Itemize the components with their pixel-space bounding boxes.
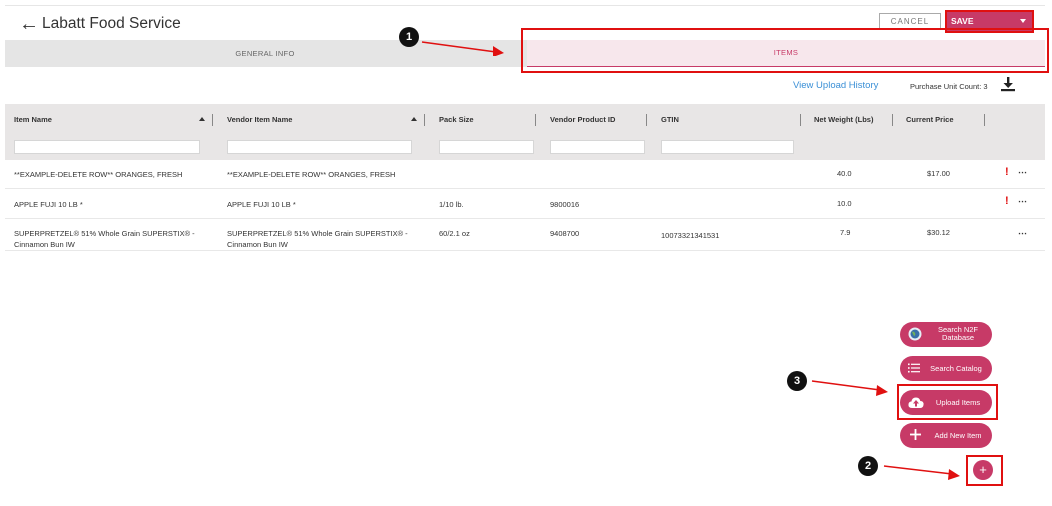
search-n2f-database-button[interactable]: Search N2F Database — [900, 322, 992, 347]
filter-vendor-item-name-input[interactable] — [227, 140, 412, 154]
download-icon[interactable] — [1000, 76, 1016, 92]
table-row[interactable]: APPLE FUJI 10 LB * APPLE FUJI 10 LB * 1/… — [5, 189, 1045, 219]
column-header-vendor-item-name[interactable]: Vendor Item Name — [227, 104, 292, 135]
cell-vendor-item-name: APPLE FUJI 10 LB * — [227, 200, 296, 209]
table-row[interactable]: **EXAMPLE-DELETE ROW** ORANGES, FRESH **… — [5, 160, 1045, 189]
search-n2f-label-line2: Database — [941, 333, 975, 342]
cell-vendor-item-name-line2: Cinnamon Bun IW — [227, 240, 288, 249]
cell-net-weight: 7.9 — [840, 228, 851, 237]
add-new-item-button[interactable]: Add New Item — [900, 423, 992, 448]
page-title: Labatt Food Service — [42, 15, 181, 32]
column-header-item-name[interactable]: Item Name — [14, 104, 52, 135]
warning-icon: ! — [1005, 195, 1009, 207]
cell-gtin: 10073321341531 — [661, 231, 720, 240]
column-header-gtin[interactable]: GTIN — [661, 104, 679, 135]
column-divider — [535, 114, 536, 126]
cell-net-weight: 10.0 — [837, 199, 852, 208]
column-divider — [984, 114, 985, 126]
filter-gtin-input[interactable] — [661, 140, 794, 154]
search-catalog-button[interactable]: Search Catalog — [900, 356, 992, 381]
table-filter-row — [5, 135, 1045, 160]
cell-vendor-item-name: SUPERPRETZEL® 51% Whole Grain SUPERSTIX®… — [227, 228, 408, 250]
chevron-down-icon[interactable] — [1020, 19, 1026, 23]
column-divider — [800, 114, 801, 126]
cell-item-name: SUPERPRETZEL® 51% Whole Grain SUPERSTIX®… — [14, 228, 195, 250]
purchase-unit-count: Purchase Unit Count: 3 — [910, 82, 988, 91]
filter-vendor-product-id-input[interactable] — [550, 140, 645, 154]
cell-pack-size: 1/10 lb. — [439, 200, 464, 209]
sort-ascending-icon[interactable] — [199, 117, 205, 121]
cell-current-price: $17.00 — [927, 169, 950, 178]
row-menu-icon[interactable]: ⋯ — [1018, 168, 1027, 177]
annotation-marker-3: 3 — [787, 371, 807, 391]
annotation-arrow-2 — [883, 465, 960, 480]
annotation-arrow-3 — [811, 380, 888, 396]
globe-icon — [908, 327, 922, 341]
row-menu-icon[interactable]: ⋯ — [1018, 229, 1027, 238]
cell-vendor-product-id: 9408700 — [550, 229, 580, 238]
table-row[interactable]: SUPERPRETZEL® 51% Whole Grain SUPERSTIX®… — [5, 219, 1045, 251]
annotation-box-upload-items — [897, 384, 998, 420]
annotation-box-fab-toggle — [966, 455, 1003, 486]
annotation-marker-2: 2 — [858, 456, 878, 476]
column-divider — [424, 114, 425, 126]
filter-item-name-input[interactable] — [14, 140, 200, 154]
column-divider — [892, 114, 893, 126]
save-button-label: SAVE — [951, 16, 974, 26]
top-divider — [5, 5, 1045, 6]
column-header-pack-size[interactable]: Pack Size — [439, 104, 474, 135]
add-new-item-label: Add New Item — [934, 431, 982, 440]
row-menu-icon[interactable]: ⋯ — [1018, 197, 1027, 206]
search-catalog-label: Search Catalog — [930, 364, 982, 373]
list-icon — [908, 363, 920, 373]
plus-icon — [910, 429, 921, 440]
annotation-box-items-tab — [521, 28, 1049, 73]
view-upload-history-link[interactable]: View Upload History — [793, 80, 878, 91]
column-divider — [646, 114, 647, 126]
annotation-arrow-1 — [421, 41, 504, 56]
cell-vendor-item-name-line1: SUPERPRETZEL® 51% Whole Grain SUPERSTIX®… — [227, 229, 408, 238]
column-divider — [212, 114, 213, 126]
cell-pack-size: 60/2.1 oz — [439, 229, 470, 238]
table-header: Item Name Vendor Item Name Pack Size Ven… — [5, 104, 1045, 135]
cell-item-name: **EXAMPLE-DELETE ROW** ORANGES, FRESH — [14, 170, 183, 179]
column-header-vendor-product-id[interactable]: Vendor Product ID — [550, 104, 615, 135]
arrow-left-icon[interactable]: ← — [19, 14, 39, 34]
column-header-current-price[interactable]: Current Price — [906, 104, 954, 135]
cell-item-name: APPLE FUJI 10 LB * — [14, 200, 83, 209]
cell-vendor-product-id: 9800016 — [550, 200, 580, 209]
cell-current-price: $30.12 — [927, 228, 950, 237]
cell-vendor-item-name: **EXAMPLE-DELETE ROW** ORANGES, FRESH — [227, 170, 396, 179]
cell-item-name-line1: SUPERPRETZEL® 51% Whole Grain SUPERSTIX®… — [14, 229, 195, 238]
column-header-net-weight[interactable]: Net Weight (Lbs) — [814, 104, 873, 135]
cell-net-weight: 40.0 — [837, 169, 852, 178]
sort-ascending-icon[interactable] — [411, 117, 417, 121]
cell-item-name-line2: Cinnamon Bun IW — [14, 240, 75, 249]
filter-pack-size-input[interactable] — [439, 140, 534, 154]
warning-icon: ! — [1005, 166, 1009, 178]
annotation-marker-1: 1 — [399, 27, 419, 47]
